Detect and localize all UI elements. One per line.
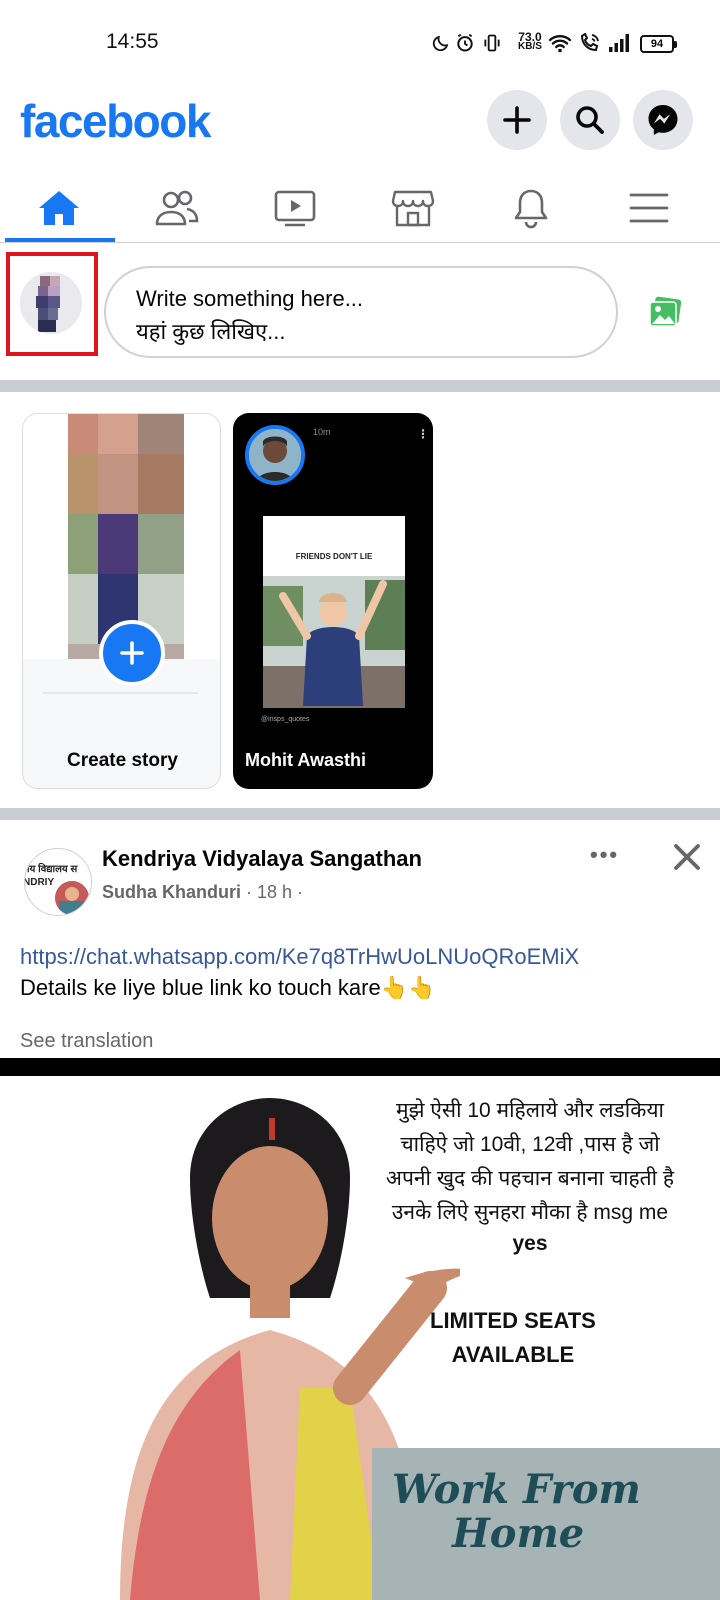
- messenger-icon: [648, 105, 678, 135]
- status-bar: 14:55 73.0 KB/S 94: [0, 0, 720, 90]
- work-from-home-banner: Work From Home: [372, 1448, 720, 1600]
- wfh-line: Work From: [392, 1466, 641, 1513]
- tab-marketplace[interactable]: [354, 175, 472, 241]
- bell-icon: [514, 189, 548, 229]
- battery-level: 94: [650, 38, 664, 50]
- section-separator: [0, 808, 720, 820]
- wfh-line: Home: [452, 1510, 585, 1557]
- work-from-home-text: Work From Home: [392, 1468, 641, 1556]
- limited-seats-text: LIMITED SEATS AVAILABLE: [430, 1304, 596, 1372]
- divider: [43, 692, 198, 694]
- post-author-name[interactable]: Sudha Khanduri: [102, 882, 241, 902]
- call-icon: [578, 32, 602, 54]
- image-text-line: चाहिऐ जो 10वी, 12वी ,पास है जो: [400, 1133, 660, 1156]
- group-avatar[interactable]: ीय विद्यालय स NDRIY: [24, 848, 92, 916]
- story-caption: FRIENDS DON'T LIE: [295, 552, 373, 561]
- profile-avatar[interactable]: [20, 272, 82, 334]
- see-translation-link[interactable]: See translation: [20, 1030, 153, 1053]
- create-button[interactable]: [487, 90, 547, 150]
- home-icon: [39, 191, 79, 225]
- post-text: Details ke liye blue link ko touch kare👆…: [20, 975, 436, 1000]
- post-meta: Sudha Khanduri · 18 h ·: [102, 882, 303, 903]
- image-text-line: मुझे ऐसी 10 महिलाये और लडकिया: [396, 1099, 664, 1122]
- author-avatar: [53, 879, 91, 915]
- network-speed: 73.0 KB/S: [518, 31, 542, 52]
- signal-icon: [608, 32, 630, 54]
- tab-watch[interactable]: [236, 175, 354, 241]
- story-handle: @insps_quotes: [261, 716, 310, 723]
- create-story-label: Create story: [67, 750, 178, 771]
- close-icon: [674, 844, 700, 870]
- search-icon: [576, 106, 604, 134]
- vibrate-icon: [482, 32, 502, 54]
- composer-placeholder-line2: यहां कुछ लिखिए...: [136, 319, 286, 344]
- hide-post-button[interactable]: [672, 842, 702, 877]
- avatar-image: [20, 272, 82, 334]
- post-more-options-icon[interactable]: •••: [590, 842, 619, 868]
- group-avatar-text: ीय विद्यालय स: [24, 864, 78, 875]
- story-time: 10m: [313, 427, 331, 437]
- seats-line: LIMITED SEATS: [430, 1308, 596, 1333]
- plus-icon: [503, 106, 531, 134]
- post-link[interactable]: https://chat.whatsapp.com/Ke7q8TrHwUoLNU…: [20, 944, 579, 970]
- alarm-icon: [455, 32, 475, 54]
- tab-friends[interactable]: [118, 175, 236, 241]
- plus-icon: [120, 641, 144, 665]
- composer-placeholder-line1: Write something here...: [136, 286, 364, 311]
- menu-icon: [629, 193, 669, 223]
- watch-icon: [274, 190, 316, 227]
- search-button[interactable]: [560, 90, 620, 150]
- group-avatar-text: NDRIY: [24, 877, 55, 888]
- story-author-name: Mohit Awasthi: [245, 750, 366, 770]
- post-time[interactable]: 18 h: [257, 882, 292, 902]
- story-image: FRIENDS DON'T LIE: [263, 516, 405, 708]
- photo-button[interactable]: [648, 296, 682, 333]
- story-more-icon[interactable]: ⋮: [417, 427, 429, 441]
- marketplace-icon: [391, 190, 435, 227]
- separator-dot: ·: [297, 882, 304, 902]
- moon-icon: [432, 32, 450, 54]
- story-avatar: [245, 425, 305, 485]
- facebook-logo[interactable]: facebook: [20, 94, 211, 148]
- photo-icon: [649, 296, 682, 327]
- tab-menu[interactable]: [590, 175, 708, 241]
- create-story-card[interactable]: Create story: [22, 413, 221, 789]
- post-image[interactable]: मुझे ऐसी 10 महिलाये और लडकिया चाहिऐ जो 1…: [0, 1058, 720, 1600]
- add-story-button[interactable]: [99, 620, 165, 686]
- separator-dot: ·: [246, 882, 258, 902]
- image-text-line: उनके लिऐ सुनहरा मौका है msg me: [391, 1201, 669, 1224]
- friends-icon: [155, 190, 199, 226]
- battery-indicator: 94: [640, 35, 677, 53]
- image-text-line: yes: [512, 1232, 548, 1255]
- seats-line: AVAILABLE: [451, 1342, 575, 1367]
- post-group-name[interactable]: Kendriya Vidyalaya Sangathan: [102, 846, 422, 872]
- wifi-icon: [548, 32, 572, 54]
- messenger-button[interactable]: [633, 90, 693, 150]
- image-text-line: अपनी खुद की पहचान बनाना चाहती है: [385, 1167, 675, 1190]
- tab-notifications[interactable]: [472, 175, 590, 241]
- image-top-border: [0, 1058, 720, 1076]
- status-time: 14:55: [106, 30, 159, 53]
- story-card[interactable]: 10m ⋮ FRIENDS DON'T LIE @insps_quotes Mo…: [233, 413, 433, 789]
- post-composer-input[interactable]: Write something here... यहां कुछ लिखिए..…: [104, 266, 618, 358]
- divider: [0, 242, 720, 243]
- network-speed-unit: KB/S: [518, 41, 542, 52]
- section-separator: [0, 380, 720, 392]
- tab-home[interactable]: [0, 175, 118, 241]
